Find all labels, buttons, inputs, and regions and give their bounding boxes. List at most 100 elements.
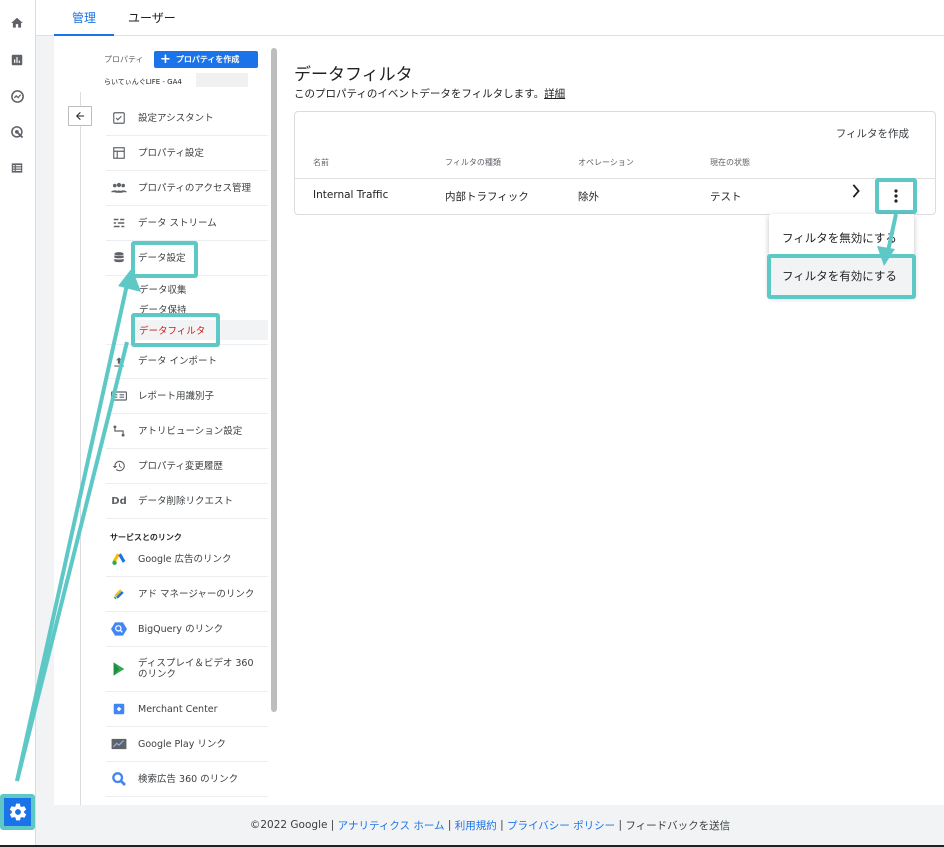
database-icon — [110, 249, 128, 267]
admin-gear-button[interactable] — [0, 794, 35, 830]
create-filter-button[interactable]: フィルタを作成 — [836, 126, 909, 141]
highlight-enable-filter — [767, 254, 916, 299]
footer-link-terms[interactable]: 利用規約 — [455, 818, 497, 833]
nav-item-label: 設定アシスタント — [138, 112, 214, 124]
dv360-icon — [110, 660, 128, 678]
row-menu-button[interactable] — [875, 178, 917, 214]
highlight-data-filters — [131, 313, 220, 347]
filters-table-card: フィルタを作成 名前 フィルタの種類 オペレーション 現在の状態 Interna… — [294, 111, 936, 215]
nav-item-google-ads-link[interactable]: Google 広告のリンク — [106, 542, 268, 577]
nav-item-data-deletion[interactable]: Dd データ削除リクエスト — [106, 484, 268, 519]
search-ads-icon — [110, 770, 128, 788]
plus-icon: + — [160, 52, 171, 67]
nav-item-label: Merchant Center — [138, 703, 218, 715]
page-description-text: このプロパティのイベントデータをフィルタします。 — [294, 88, 545, 100]
footer-link-analytics-home[interactable]: アナリティクス ホーム — [338, 818, 445, 833]
footer-separator: | — [615, 819, 626, 831]
more-vert-icon — [894, 189, 898, 203]
nav-item-label: ディスプレイ＆ビデオ 360 のリンク — [138, 658, 254, 680]
details-link[interactable]: 詳細 — [544, 88, 565, 100]
layout-icon — [110, 144, 128, 162]
nav-item-label: プロパティ設定 — [138, 147, 204, 159]
configure-icon[interactable] — [7, 158, 27, 178]
arrow-left-icon — [76, 112, 84, 120]
nav-scrollbar[interactable] — [271, 48, 277, 712]
nav-item-attribution[interactable]: アトリビューション設定 — [106, 414, 268, 449]
create-property-button[interactable]: + プロパティを作成 — [154, 51, 258, 68]
nav-item-reporting-identity[interactable]: レポート用識別子 — [106, 379, 268, 414]
nav-item-label-line2: のリンク — [138, 669, 177, 680]
column-header-operation: オペレーション — [578, 158, 634, 167]
back-button[interactable] — [68, 106, 92, 126]
footer-feedback[interactable]: フィードバックを送信 — [625, 818, 730, 833]
table-cell-type: 内部トラフィック — [445, 191, 529, 203]
nav-item-change-history[interactable]: プロパティ変更履歴 — [106, 449, 268, 484]
nav-item-label: データ ストリーム — [138, 217, 217, 229]
ad-manager-icon — [110, 585, 128, 603]
footer-separator: | — [444, 819, 455, 831]
chevron-right-icon[interactable] — [851, 184, 861, 198]
nav-item-label: Google Play リンク — [138, 738, 226, 750]
nav-item-setup-assistant[interactable]: 設定アシスタント — [106, 101, 268, 136]
left-nav-rail — [0, 0, 36, 847]
footer-link-privacy[interactable]: プライバシー ポリシー — [507, 818, 615, 833]
merchant-center-icon — [110, 700, 128, 718]
nav-item-label: データ インポート — [138, 356, 218, 367]
explore-icon[interactable] — [7, 86, 27, 106]
nav-item-label: Google 広告のリンク — [138, 553, 232, 565]
nav-item-property-settings[interactable]: プロパティ設定 — [106, 136, 268, 171]
google-play-icon — [110, 735, 128, 753]
reports-icon[interactable] — [7, 50, 27, 70]
page-title: データフィルタ — [294, 65, 413, 85]
nav-item-data-import[interactable]: データ インポート — [106, 344, 268, 379]
dd-icon: Dd — [111, 495, 127, 507]
footer-copyright: ©2022 Google — [249, 819, 328, 831]
menu-item-disable-filter[interactable]: フィルタを無効にする — [769, 219, 914, 257]
nav-item-merchant-center[interactable]: Merchant Center — [106, 692, 268, 727]
nav-item-ad-manager-link[interactable]: アド マネージャーのリンク — [106, 577, 268, 612]
nav-item-label: レポート用識別子 — [138, 390, 215, 402]
property-id-redacted — [196, 73, 248, 87]
nav-item-label-line1: ディスプレイ＆ビデオ 360 — [138, 658, 254, 669]
highlight-data-settings — [131, 241, 198, 278]
nav-item-property-access[interactable]: プロパティのアクセス管理 — [106, 171, 268, 206]
nav-item-google-play-link[interactable]: Google Play リンク — [106, 727, 268, 762]
table-cell-operation: 除外 — [578, 191, 599, 203]
history-icon — [110, 457, 128, 475]
google-ads-icon — [110, 550, 128, 568]
tab-user[interactable]: ユーザー — [128, 0, 176, 36]
streams-icon — [110, 214, 128, 232]
nav-item-label: 検索広告 360 のリンク — [138, 773, 239, 785]
column-header-state: 現在の状態 — [710, 158, 750, 167]
nav-item-label: データ削除リクエスト — [138, 495, 234, 507]
nav-item-label: アトリビューション設定 — [138, 425, 243, 437]
checklist-icon — [110, 109, 128, 127]
nav-item-bigquery-link[interactable]: BigQuery のリンク — [106, 612, 268, 647]
bigquery-icon — [110, 620, 128, 638]
nav-item-label: アド マネージャーのリンク — [138, 588, 255, 600]
gear-icon — [9, 803, 26, 821]
nav-item-label: プロパティのアクセス管理 — [138, 182, 251, 194]
footer-separator: | — [496, 819, 507, 831]
identifier-icon — [110, 387, 128, 405]
page-description: このプロパティのイベントデータをフィルタします。詳細 — [294, 86, 565, 101]
top-tab-bar: 管理 ユーザー — [36, 0, 944, 36]
column-header-type: フィルタの種類 — [445, 158, 501, 167]
home-icon[interactable] — [7, 13, 27, 33]
attribution-icon — [110, 422, 128, 440]
upload-icon — [110, 353, 128, 371]
tab-admin[interactable]: 管理 — [54, 0, 115, 36]
nav-item-search-ads-link[interactable]: 検索広告 360 のリンク — [106, 762, 268, 797]
table-cell-name[interactable]: Internal Traffic — [313, 189, 388, 201]
table-divider — [295, 178, 935, 179]
nav-item-data-streams[interactable]: データ ストリーム — [106, 206, 268, 241]
property-label: プロパティ — [104, 55, 144, 64]
nav-item-label: BigQuery のリンク — [138, 623, 224, 635]
nav-item-label: プロパティ変更履歴 — [138, 460, 223, 472]
property-name: らいてぃんぐLIFE - GA4 — [104, 78, 182, 86]
create-property-label: プロパティを作成 — [175, 55, 240, 64]
sub-item-data-collection[interactable]: データ収集 — [139, 282, 187, 296]
table-cell-state: テスト — [710, 191, 742, 203]
advertising-icon[interactable] — [7, 122, 27, 142]
nav-item-dv360-link[interactable]: ディスプレイ＆ビデオ 360 のリンク — [106, 647, 268, 692]
